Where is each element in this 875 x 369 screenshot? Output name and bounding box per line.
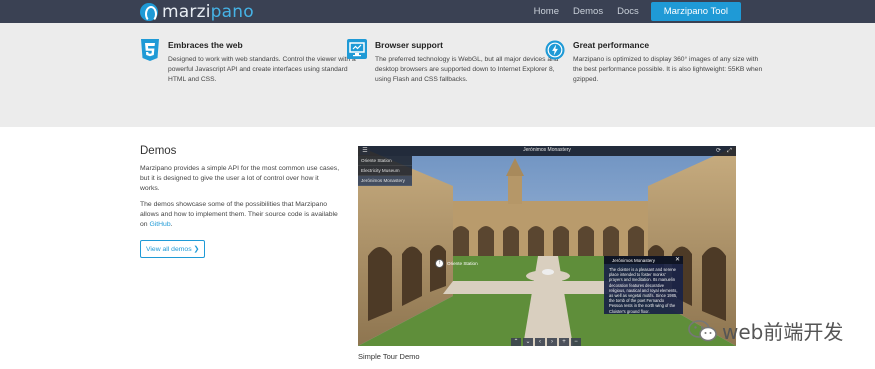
viewer-caption: Simple Tour Demo (358, 352, 420, 361)
top-navbar: marzipano Home Demos Docs Marzipano Tool (0, 0, 875, 23)
hotspot-label: Oriente Station (447, 261, 478, 266)
view-all-demos-button[interactable]: View all demos ❯ (140, 240, 206, 258)
tilt-up-icon[interactable]: ⌃ (511, 338, 521, 346)
watermark-text: web前端开发 (722, 320, 844, 344)
feature-title: Browser support (375, 40, 444, 50)
scene-item-oriente-station[interactable]: Oriente Station (358, 156, 412, 166)
html5-icon (141, 39, 159, 61)
autorotate-icon[interactable]: ⟳ (714, 147, 723, 155)
zoom-in-icon[interactable]: + (559, 338, 569, 346)
watermark: web前端开发 (688, 316, 843, 345)
nav-links: Home Demos Docs Marzipano Tool (520, 0, 875, 23)
demos-section: Demos Marzipano provides a simple API fo… (140, 145, 340, 258)
info-hotspot-text: The cloister is a pleasant and serene pl… (609, 267, 678, 314)
feature-title: Embraces the web (168, 40, 243, 50)
marzipano-logo[interactable]: marzipano (140, 1, 254, 22)
view-controls: ⌃ ⌄ ‹ › + − (511, 338, 583, 346)
demos-intro: Marzipano provides a simple API for the … (140, 165, 340, 192)
tilt-down-icon[interactable]: ⌄ (523, 338, 533, 346)
nav-link-docs[interactable]: Docs (617, 6, 639, 17)
info-hotspot-title: Jerónimos Monastery (612, 257, 656, 263)
zoom-out-icon[interactable]: − (571, 338, 581, 346)
demos-description: The demos showcase some of the possibili… (140, 201, 338, 228)
github-link[interactable]: GitHub (149, 221, 170, 228)
feature-title: Great performance (573, 40, 650, 50)
nav-link-home[interactable]: Home (534, 6, 559, 17)
scene-item-jeronimos-monastery[interactable]: Jerónimos Monastery (358, 176, 412, 186)
monitor-icon (347, 39, 367, 59)
scene-list: Oriente Station Electricity Museum Jerón… (358, 156, 412, 186)
wechat-icon (688, 319, 717, 341)
info-hotspot-header: Jerónimos Monastery ✕ (604, 256, 683, 264)
fullscreen-icon[interactable]: ⤢ (725, 147, 734, 155)
panorama-viewer[interactable]: Jerónimos Monastery ☰ ⟳ ⤢ Oriente Statio… (358, 146, 736, 346)
nav-link-demos[interactable]: Demos (573, 6, 603, 17)
info-hotspot-panel: Jerónimos Monastery ✕ The cloister is a … (604, 256, 683, 314)
scene-title: Jerónimos Monastery (523, 147, 571, 153)
scene-list-toggle-icon[interactable]: ☰ (360, 147, 370, 155)
hotspot-arrow-icon[interactable]: ↑ (435, 259, 444, 268)
feature-description: Marzipano is optimized to display 360° i… (573, 56, 763, 83)
marzipano-logo-icon (140, 2, 158, 22)
pan-left-icon[interactable]: ‹ (535, 338, 545, 346)
pan-right-icon[interactable]: › (547, 338, 557, 346)
feature-description: Designed to work with web standards. Con… (168, 56, 356, 83)
link-hotspot[interactable]: ↑ Oriente Station (435, 259, 478, 268)
scene-item-electricity-museum[interactable]: Electricity Museum (358, 166, 412, 176)
features-section: Embraces the web Designed to work with w… (0, 23, 875, 127)
marzipano-tool-button[interactable]: Marzipano Tool (650, 2, 741, 21)
demos-heading: Demos (140, 145, 177, 157)
feature-description: The preferred technology is WebGL, but a… (375, 56, 559, 83)
viewer-titlebar: Jerónimos Monastery (358, 146, 736, 156)
logo-text: marzipano (162, 1, 254, 22)
close-icon[interactable]: ✕ (675, 256, 680, 263)
lightning-icon (545, 40, 565, 60)
